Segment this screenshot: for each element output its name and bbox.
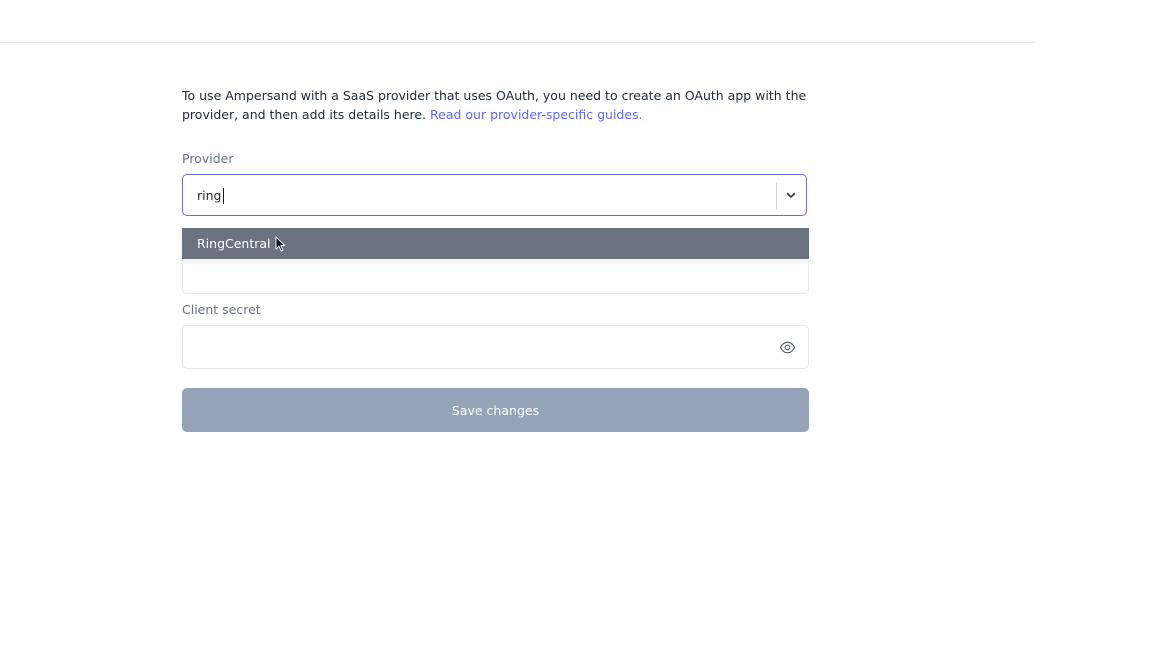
provider-search-input[interactable] <box>197 175 757 215</box>
chevron-down-icon[interactable] <box>784 188 798 202</box>
oauth-app-form: To use Ampersand with a SaaS provider th… <box>182 86 809 432</box>
client-secret-input[interactable] <box>197 326 767 368</box>
intro-text: To use Ampersand with a SaaS provider th… <box>182 86 809 124</box>
page: To use Ampersand with a SaaS provider th… <box>0 0 1152 648</box>
provider-select[interactable] <box>182 174 807 216</box>
mouse-pointer-icon <box>275 236 286 252</box>
client-secret-field[interactable] <box>182 325 809 369</box>
select-separator <box>776 183 777 209</box>
provider-label: Provider <box>182 151 234 166</box>
provider-options-menu: RingCentral <box>182 228 809 260</box>
provider-option-label: RingCentral <box>197 236 271 251</box>
provider-guides-link[interactable]: Read our provider-specific guides. <box>430 107 643 122</box>
header-divider <box>0 42 1035 43</box>
text-caret <box>223 188 224 204</box>
eye-icon[interactable] <box>779 339 796 356</box>
save-changes-button[interactable]: Save changes <box>182 388 809 432</box>
client-secret-label: Client secret <box>182 302 261 317</box>
